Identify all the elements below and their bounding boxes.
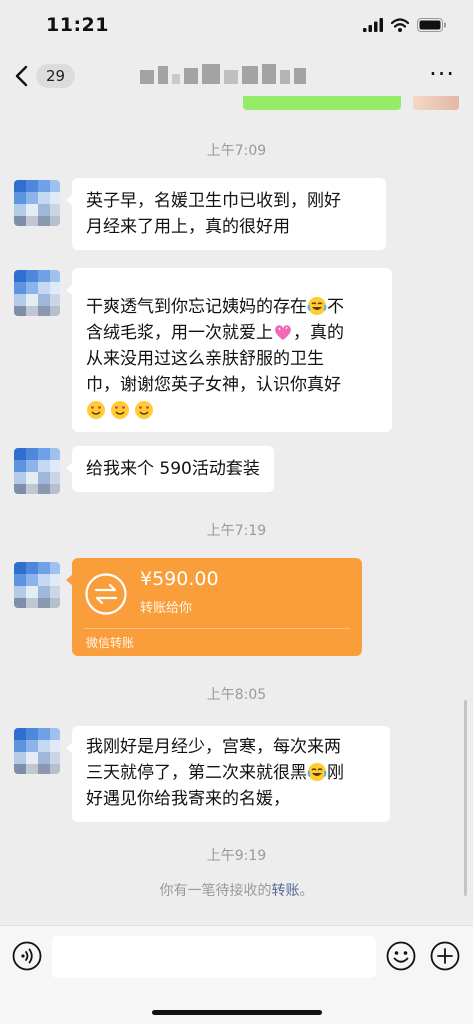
message-text: 给我来个 590活动套装 bbox=[86, 459, 260, 479]
contact-avatar[interactable] bbox=[14, 180, 60, 226]
scrollbar[interactable] bbox=[464, 700, 467, 896]
transfer-description: 转账给你 bbox=[140, 601, 193, 616]
laugh-cry-emoji bbox=[307, 296, 327, 316]
message-line: 含绒毛浆，用一次就爱上 ，真的 bbox=[86, 322, 344, 343]
pending-transfer-notice: 你有一笔待接收的转账。 bbox=[159, 883, 314, 899]
transfer-footer: 微信转账 bbox=[86, 636, 135, 650]
chat-title-redacted bbox=[140, 64, 306, 88]
time-separator: 上午9:19 bbox=[206, 848, 267, 864]
battery-icon bbox=[417, 18, 446, 32]
chevron-left-icon bbox=[15, 65, 28, 87]
transfer-amount: ¥590.00 bbox=[140, 568, 219, 590]
status-time: 11:21 bbox=[46, 14, 109, 36]
signal-icon bbox=[363, 18, 383, 32]
transfer-link[interactable]: 转账 bbox=[272, 883, 300, 899]
time-separator: 上午7:09 bbox=[206, 143, 267, 159]
message-bubble[interactable]: 给我来个 590活动套装 bbox=[66, 446, 274, 492]
message-line: 巾，谢谢您英子女神，认识你真好 bbox=[86, 375, 341, 395]
contact-avatar[interactable] bbox=[14, 270, 60, 316]
transfer-divider bbox=[84, 628, 350, 629]
status-bar: 11:21 bbox=[0, 0, 473, 52]
emoji-face-icon[interactable] bbox=[386, 941, 416, 971]
more-options-button[interactable]: ··· bbox=[429, 62, 455, 86]
message-line: 好遇见你给我寄来的名媛， bbox=[86, 789, 290, 809]
self-avatar bbox=[413, 96, 459, 110]
heart-eyes-emoji bbox=[110, 400, 130, 420]
emoji-row bbox=[86, 400, 378, 420]
status-icons bbox=[363, 18, 447, 32]
time-separator: 上午8:05 bbox=[206, 687, 267, 703]
unread-count-badge: 29 bbox=[36, 64, 76, 88]
back-button[interactable]: 29 bbox=[12, 60, 76, 92]
heart-eyes-emoji bbox=[134, 400, 154, 420]
message-line: 干爽透气到你忘记姨妈的存在不 bbox=[86, 296, 344, 317]
sparkling-heart-emoji bbox=[273, 322, 293, 342]
laugh-cry-emoji bbox=[307, 762, 327, 782]
message-bubble[interactable]: 英子早，名媛卫生巾已收到，刚好 月经来了用上，真的很好用 bbox=[66, 178, 386, 250]
voice-icon[interactable] bbox=[12, 941, 42, 971]
contact-avatar[interactable] bbox=[14, 728, 60, 774]
contact-avatar[interactable] bbox=[14, 562, 60, 608]
plus-circle-icon[interactable] bbox=[430, 941, 460, 971]
previous-sent-bubble bbox=[243, 96, 401, 110]
transfer-card[interactable]: ¥590.00 转账给你 微信转账 bbox=[66, 558, 362, 656]
message-text: 英子早，名媛卫生巾已收到，刚好 bbox=[86, 191, 341, 211]
message-bubble[interactable]: 干爽透气到你忘记姨妈的存在不 含绒毛浆，用一次就爱上 ，真的 从来没用过这么亲肤舒… bbox=[66, 268, 392, 432]
contact-avatar[interactable] bbox=[14, 448, 60, 494]
home-indicator[interactable] bbox=[152, 1010, 322, 1015]
message-text: 月经来了用上，真的很好用 bbox=[86, 217, 290, 237]
message-input[interactable] bbox=[52, 936, 376, 978]
message-line: 我刚好是月经少，宫寒，每次来两 bbox=[86, 737, 341, 757]
chat-nav-bar: 29 ··· bbox=[0, 52, 473, 100]
message-line: 三天就停了，第二次来就很黑刚 bbox=[86, 762, 344, 783]
heart-eyes-emoji bbox=[86, 400, 106, 420]
input-bar bbox=[0, 925, 473, 1024]
transfer-arrows-icon bbox=[85, 573, 127, 615]
wifi-icon bbox=[391, 18, 409, 32]
time-separator: 上午7:19 bbox=[206, 523, 267, 539]
message-line: 从来没用过这么亲肤舒服的卫生 bbox=[86, 349, 324, 369]
message-bubble[interactable]: 我刚好是月经少，宫寒，每次来两 三天就停了，第二次来就很黑刚 好遇见你给我寄来的… bbox=[66, 726, 390, 822]
